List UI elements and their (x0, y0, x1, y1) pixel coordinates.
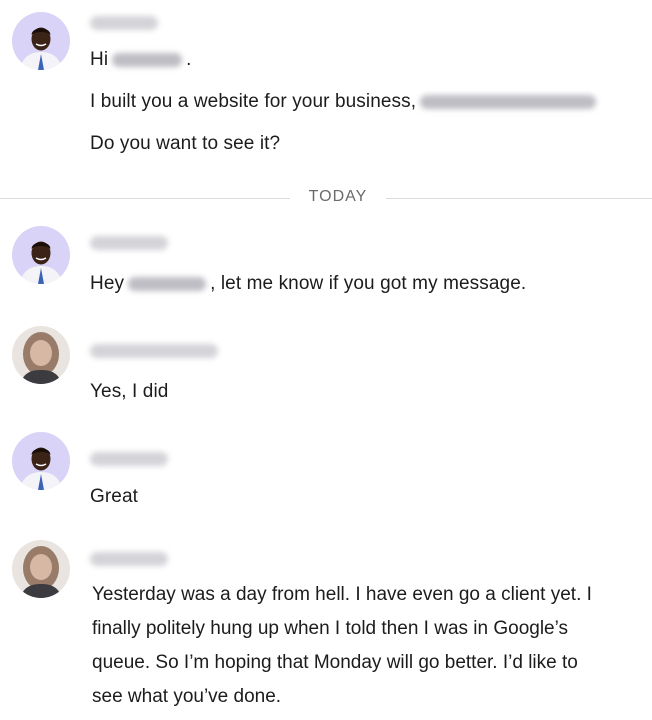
agent-avatar[interactable] (12, 226, 70, 284)
conversation-thread: Hi. I built you a website for your busin… (0, 0, 652, 720)
text-after-name: , let me know if you got my message. (210, 273, 527, 294)
sender-name-redacted (90, 344, 218, 358)
sender-name-redacted (90, 452, 168, 466)
divider-rule-left (0, 198, 290, 199)
message-line: Hi. (90, 48, 192, 72)
message-line: Yes, I did (90, 381, 169, 402)
divider-rule-right (386, 198, 652, 199)
agent-avatar-image (12, 432, 70, 490)
agent-avatar[interactable] (12, 432, 70, 490)
sender-name-redacted (90, 552, 168, 566)
client-avatar[interactable] (12, 540, 70, 598)
divider-label: TODAY (308, 188, 368, 205)
business-name-redacted (420, 94, 597, 109)
agent-avatar[interactable] (12, 12, 70, 70)
agent-avatar-image (12, 226, 70, 284)
message-line: I built you a website for your business, (90, 90, 600, 114)
date-divider: TODAY (0, 184, 652, 212)
text-before-name: Hey (90, 273, 125, 294)
client-avatar-image (12, 540, 70, 598)
message-body: Yesterday was a day from hell. I have ev… (92, 584, 592, 707)
client-avatar-image (12, 326, 70, 384)
recipient-name-redacted (128, 276, 207, 291)
agent-avatar-image (12, 12, 70, 70)
message-line: Do you want to see it? (90, 133, 281, 154)
recipient-name-redacted (112, 52, 183, 67)
sender-name-redacted (90, 236, 168, 250)
message-line: Great (90, 486, 139, 507)
sender-name-redacted (90, 16, 158, 30)
greeting-start: Hi (90, 49, 109, 70)
message-line: Hey , let me know if you got my message. (90, 272, 526, 296)
client-avatar[interactable] (12, 326, 70, 384)
greeting-end: . (186, 49, 192, 70)
website-text: I built you a website for your business, (90, 91, 417, 112)
